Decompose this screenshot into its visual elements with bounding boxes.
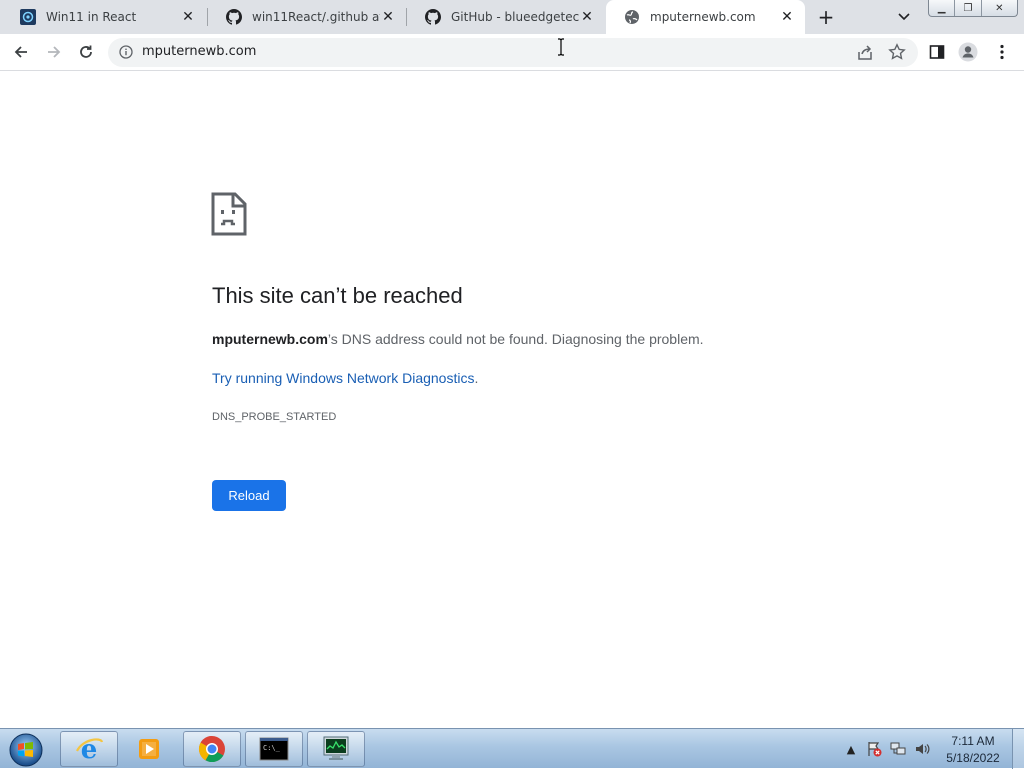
- tab-github-blueedge[interactable]: GitHub - blueedgetechno ✕: [407, 0, 605, 34]
- show-hidden-icons-icon[interactable]: ▲: [843, 741, 859, 757]
- clock-time[interactable]: 7:11 AM: [938, 734, 1008, 748]
- chrome-icon: [198, 735, 225, 763]
- arrow-right-icon: [48, 46, 61, 58]
- link-suffix: .: [474, 370, 479, 386]
- profile-avatar-icon[interactable]: [958, 42, 978, 62]
- address-url[interactable]: mputernewb.com: [142, 44, 256, 59]
- network-diagnostics-link-row: Try running Windows Network Diagnostics.: [212, 370, 478, 386]
- tab-title: win11React/.github at ma: [252, 10, 380, 24]
- chevron-down-icon[interactable]: [893, 7, 915, 27]
- command-prompt-icon: C:\_: [259, 737, 289, 761]
- media-player-icon: [139, 739, 159, 759]
- restore-button[interactable]: ❐: [955, 0, 982, 16]
- svg-text:C:\_: C:\_: [263, 744, 281, 752]
- reload-button[interactable]: Reload: [212, 480, 286, 511]
- error-description: mputernewb.com’s DNS address could not b…: [212, 331, 704, 347]
- taskbar-command-prompt[interactable]: C:\_: [245, 731, 303, 767]
- back-button[interactable]: [9, 40, 33, 64]
- minimize-button[interactable]: ▁: [929, 0, 956, 16]
- internet-explorer-icon: e: [76, 735, 104, 764]
- tab-strip: Win11 in React ✕ win11React/.github at m…: [0, 0, 1024, 34]
- globe-icon: [624, 9, 640, 25]
- windows-orb-icon: [9, 733, 43, 767]
- close-tab-icon[interactable]: ✕: [779, 9, 795, 25]
- network-diagnostics-link[interactable]: Try running Windows Network Diagnostics: [212, 370, 474, 386]
- kebab-menu-icon[interactable]: [992, 42, 1012, 62]
- taskbar-internet-explorer[interactable]: e: [60, 731, 118, 767]
- error-code: DNS_PROBE_STARTED: [212, 411, 337, 423]
- clock-date[interactable]: 5/18/2022: [938, 751, 1008, 765]
- arrow-left-icon: [14, 46, 27, 58]
- new-tab-button[interactable]: +: [814, 5, 838, 29]
- error-host: mputernewb.com: [212, 331, 328, 347]
- error-page: This site can’t be reached mputernewb.co…: [0, 71, 1024, 728]
- share-icon[interactable]: [856, 44, 874, 62]
- taskbar-chrome[interactable]: [183, 731, 241, 767]
- close-tab-icon[interactable]: ✕: [380, 9, 396, 25]
- taskbar-task-manager[interactable]: [307, 731, 365, 767]
- window-controls: ▁ ❐ ✕: [928, 0, 1018, 17]
- tab-title: GitHub - blueedgetechno: [451, 10, 579, 24]
- close-tab-icon[interactable]: ✕: [579, 9, 595, 25]
- network-icon[interactable]: [890, 741, 906, 757]
- tab-github-win11react[interactable]: win11React/.github at ma ✕: [208, 0, 406, 34]
- browser-toolbar: mputernewb.com: [0, 34, 1024, 71]
- action-center-alert-icon[interactable]: [866, 741, 882, 757]
- taskbar-media-player[interactable]: [120, 731, 178, 767]
- forward-button[interactable]: [42, 40, 66, 64]
- reload-icon: [80, 45, 92, 58]
- tab-title: Win11 in React: [46, 10, 137, 24]
- reload-toolbar-button[interactable]: [74, 40, 98, 64]
- sad-page-icon: [211, 192, 247, 236]
- start-button[interactable]: [6, 731, 46, 767]
- github-icon: [226, 9, 242, 25]
- tab-win11-react[interactable]: Win11 in React ✕: [2, 0, 206, 34]
- tab-title: mputernewb.com: [650, 10, 756, 24]
- taskbar: e C:\_ ▲ 7:11 AM 5/18/2022: [0, 728, 1024, 769]
- task-manager-icon: [323, 736, 349, 760]
- close-tab-icon[interactable]: ✕: [180, 9, 196, 25]
- react-app-icon: [20, 9, 36, 25]
- text-cursor-icon: [558, 38, 564, 56]
- info-icon[interactable]: [119, 45, 133, 59]
- side-panel-icon[interactable]: [927, 42, 947, 62]
- show-desktop-button[interactable]: [1012, 729, 1024, 769]
- github-icon: [425, 9, 441, 25]
- tab-active[interactable]: mputernewb.com ✕: [606, 0, 805, 34]
- close-window-button[interactable]: ✕: [982, 0, 1017, 16]
- address-bar[interactable]: mputernewb.com: [108, 38, 918, 67]
- error-title: This site can’t be reached: [212, 283, 463, 308]
- volume-icon[interactable]: [914, 741, 930, 757]
- star-icon[interactable]: [888, 43, 906, 61]
- error-description-text: ’s DNS address could not be found. Diagn…: [327, 331, 704, 347]
